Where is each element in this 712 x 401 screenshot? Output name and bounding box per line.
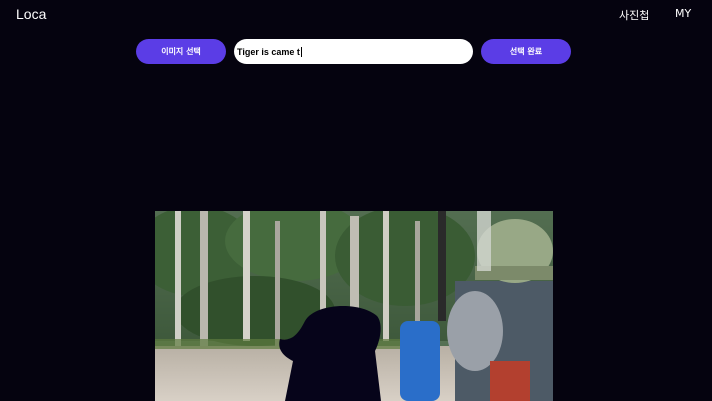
app-logo[interactable]: Loca	[16, 6, 46, 22]
forest-photo-image	[155, 211, 553, 401]
nav-my-link[interactable]: MY	[675, 7, 691, 20]
text-caret	[300, 46, 302, 57]
top-bar: Loca 사진첩 MY	[0, 0, 712, 30]
select-image-label: 이미지 선택	[161, 47, 201, 56]
select-image-button[interactable]: 이미지 선택	[136, 39, 226, 64]
uploaded-photo	[155, 211, 553, 401]
caption-value: Tiger is came t	[237, 46, 300, 57]
caption-input[interactable]: Tiger is came t	[234, 39, 473, 64]
nav-album-link[interactable]: 사진첩	[619, 7, 649, 23]
complete-selection-label: 선택 완료	[509, 47, 543, 56]
complete-selection-button[interactable]: 선택 완료	[481, 39, 571, 64]
